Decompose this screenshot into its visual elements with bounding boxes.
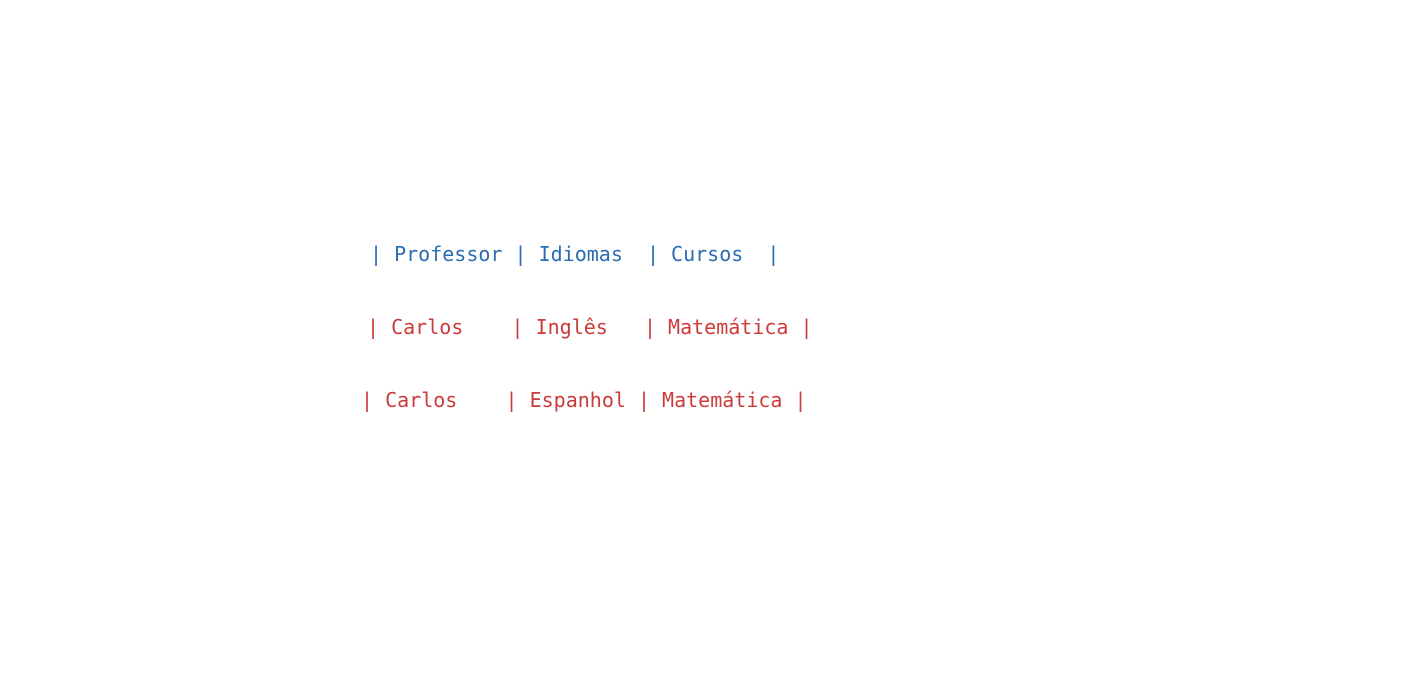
table-row: | Carlos | Inglês | Matemática | — [367, 315, 813, 339]
table-header-row: | Professor | Idiomas | Cursos | — [370, 242, 780, 266]
table-row: | Carlos | Espanhol | Matemática | — [361, 388, 807, 412]
